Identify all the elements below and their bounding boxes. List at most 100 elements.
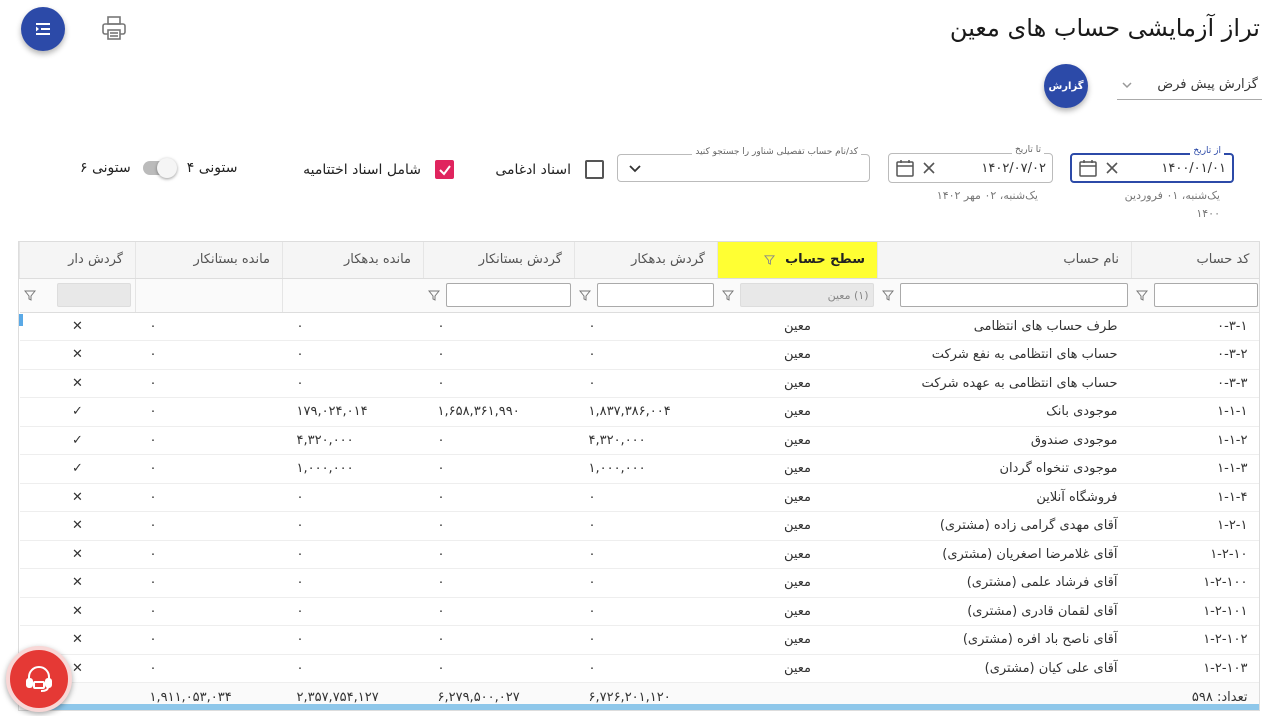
closing-docs-checkbox[interactable] xyxy=(435,160,454,179)
cell-debit-turnover: ۱,۰۰۰,۰۰۰ xyxy=(574,454,718,484)
filter-account-code-input[interactable] xyxy=(1153,283,1258,307)
from-date-value: ۱۴۰۰/۰۱/۰۱ xyxy=(1161,160,1226,176)
cell-has-turnover: ✕ xyxy=(19,568,136,598)
support-button[interactable] xyxy=(6,646,72,712)
table-row[interactable]: ۱-۱-۱ موجودی بانک معین ۱,۸۳۷,۳۸۶,۰۰۴ ۱,۶۵۸,۳… xyxy=(19,397,1259,427)
cell-credit-balance: ۰ xyxy=(135,597,283,626)
cell-credit-balance: ۰ xyxy=(135,654,283,683)
column-mode-switch[interactable] xyxy=(142,158,177,178)
cell-credit-turnover: ۰ xyxy=(423,511,575,541)
filter-account-level-input[interactable] xyxy=(739,283,874,307)
cell-account-level: معین xyxy=(717,369,878,398)
clear-icon[interactable] xyxy=(1104,160,1120,176)
filter-icon[interactable] xyxy=(1135,289,1148,301)
table-row[interactable]: ۱-۱-۲ موجودی صندوق معین ۴,۳۲۰,۰۰۰ ۰ ۴,۳۲۰,۰۰۰… xyxy=(19,426,1259,455)
four-column-label: ۴ ستونی xyxy=(186,160,238,176)
table-row[interactable]: ۰-۳-۲ حساب های انتظامی به نفع شرکت معین ۰ ۰ ۰… xyxy=(19,340,1259,370)
table-row[interactable]: ۱-۲-۱۰۲ آقای ناصح باد افره (مشتری) معین ۰ ۰ ۰… xyxy=(19,625,1259,655)
from-date-label: از تاریخ xyxy=(1190,146,1224,156)
filter-icon[interactable] xyxy=(881,289,894,301)
clear-icon[interactable] xyxy=(921,160,937,176)
table-row[interactable]: ۰-۳-۱ طرف حساب های انتظامی معین ۰ ۰ ۰ ۰ ✕ xyxy=(19,312,1259,341)
cell-debit-balance: ۱۷۹,۰۲۴,۰۱۴ xyxy=(282,397,424,427)
col-header-account-name[interactable]: نام حساب xyxy=(877,242,1132,279)
filter-account-name-input[interactable] xyxy=(899,283,1128,307)
cell-debit-balance: ۰ xyxy=(282,540,424,569)
cell-debit-turnover: ۰ xyxy=(574,625,718,655)
account-search-label: کد/نام حساب تفصیلی شناور را جستجو کنید xyxy=(692,147,861,157)
filter-credit-turnover-input[interactable] xyxy=(445,283,571,307)
cell-account-level: معین xyxy=(717,568,878,598)
cell-account-code: ۱-۱-۱ xyxy=(1131,397,1259,427)
cell-account-name: آقای غلامرضا اصغریان (مشتری) xyxy=(877,540,1132,569)
filter-icon[interactable] xyxy=(578,289,591,301)
page-title: تراز آزمایشی حساب های معین xyxy=(949,14,1260,42)
table-row[interactable]: ۱-۱-۳ موجودی تنخواه گردان معین ۱,۰۰۰,۰۰۰ ۰ ۱,… xyxy=(19,454,1259,484)
cell-account-name: آقای لقمان قادری (مشتری) xyxy=(877,597,1132,626)
print-button[interactable] xyxy=(98,12,130,44)
report-button[interactable]: گزارش xyxy=(1044,64,1088,108)
vertical-scrollbar[interactable] xyxy=(19,314,23,326)
cell-credit-turnover: ۰ xyxy=(423,369,575,398)
cell-credit-turnover: ۰ xyxy=(423,597,575,626)
menu-list-icon xyxy=(36,23,50,35)
cell-debit-turnover: ۰ xyxy=(574,568,718,598)
col-header-has-turnover[interactable]: گردش دار xyxy=(19,242,136,279)
cell-account-level: معین xyxy=(717,511,878,541)
table-row[interactable]: ۱-۲-۱۰۰ آقای فرشاد علمی (مشتری) معین ۰ ۰ ۰ ۰ ✕ xyxy=(19,568,1259,598)
menu-button[interactable] xyxy=(21,7,65,51)
column-mode-toggle[interactable]: ۶ ستونی ۴ ستونی xyxy=(80,158,238,178)
cell-credit-turnover: ۰ xyxy=(423,340,575,370)
merged-docs-option[interactable]: اسناد ادغامی xyxy=(495,160,604,179)
closing-docs-option[interactable]: شامل اسناد اختتامیه xyxy=(303,160,454,179)
cell-account-level: معین xyxy=(717,312,878,341)
cell-account-level: معین xyxy=(717,454,878,484)
table-row[interactable]: ۱-۲-۱۰ آقای غلامرضا اصغریان (مشتری) معین ۰ ۰… xyxy=(19,540,1259,569)
col-header-credit-balance[interactable]: مانده بستانکار xyxy=(135,242,283,279)
col-header-debit-turnover[interactable]: گردش بدهکار xyxy=(574,242,718,279)
cell-account-code: ۱-۲-۱۰ xyxy=(1131,540,1259,569)
cell-debit-balance: ۰ xyxy=(282,597,424,626)
cell-account-name: موجودی صندوق xyxy=(877,426,1132,455)
cell-account-level: معین xyxy=(717,340,878,370)
cell-debit-balance: ۰ xyxy=(282,340,424,370)
table-row[interactable]: ۱-۱-۴ فروشگاه آنلاین معین ۰ ۰ ۰ ۰ ✕ xyxy=(19,483,1259,512)
account-search-select[interactable]: کد/نام حساب تفصیلی شناور را جستجو کنید xyxy=(617,147,870,182)
cell-account-code: ۱-۲-۱۰۳ xyxy=(1131,654,1259,683)
table-row[interactable]: ۰-۳-۳ حساب های انتظامی به عهده شرکت معین ۰ ۰… xyxy=(19,369,1259,398)
filter-icon[interactable] xyxy=(23,289,36,301)
cell-has-turnover: ✕ xyxy=(19,483,136,512)
merged-docs-checkbox[interactable] xyxy=(585,160,604,179)
cell-has-turnover: ✕ xyxy=(19,369,136,398)
table-body: ۰-۳-۱ طرف حساب های انتظامی معین ۰ ۰ ۰ ۰ ✕ ۰-۳-۲ ح… xyxy=(19,312,1259,683)
cell-debit-turnover: ۰ xyxy=(574,597,718,626)
cell-credit-turnover: ۰ xyxy=(423,568,575,598)
col-header-account-code[interactable]: کد حساب xyxy=(1131,242,1259,279)
col-header-account-level[interactable]: سطح حساب xyxy=(717,242,878,279)
cell-account-name: موجودی بانک xyxy=(877,397,1132,427)
table-row[interactable]: ۱-۲-۱ آقای مهدی گرامی زاده (مشتری) معین ۰ ۰ ۰… xyxy=(19,511,1259,541)
calendar-icon[interactable] xyxy=(1078,158,1098,178)
to-date-field[interactable]: تا تاریخ ۱۴۰۲/۰۷/۰۲ xyxy=(888,145,1053,183)
cell-has-turnover: ✓ xyxy=(19,397,136,427)
cell-account-code: ۱-۱-۴ xyxy=(1131,483,1259,512)
report-select[interactable]: گزارش پیش فرض xyxy=(1117,70,1262,100)
table-row[interactable]: ۱-۲-۱۰۳ آقای علی کیان (مشتری) معین ۰ ۰ ۰ ۰ ✕ xyxy=(19,654,1259,683)
col-header-debit-balance[interactable]: مانده بدهکار xyxy=(282,242,424,279)
to-date-label: تا تاریخ xyxy=(1011,145,1044,155)
horizontal-scrollbar[interactable] xyxy=(45,704,1259,710)
cell-account-level: معین xyxy=(717,483,878,512)
cell-credit-balance: ۰ xyxy=(135,340,283,370)
filter-debit-turnover-input[interactable] xyxy=(596,283,714,307)
filter-icon[interactable] xyxy=(721,289,734,301)
filter-has-turnover-input[interactable] xyxy=(57,283,131,307)
table-row[interactable]: ۱-۲-۱۰۱ آقای لقمان قادری (مشتری) معین ۰ ۰ ۰ ۰ ✕ xyxy=(19,597,1259,626)
cell-debit-balance: ۰ xyxy=(282,654,424,683)
cell-debit-balance: ۰ xyxy=(282,568,424,598)
col-header-credit-turnover[interactable]: گردش بستانکار xyxy=(423,242,575,279)
cell-account-code: ۰-۳-۳ xyxy=(1131,369,1259,398)
from-date-field[interactable]: از تاریخ ۱۴۰۰/۰۱/۰۱ xyxy=(1070,146,1234,183)
cell-credit-balance: ۰ xyxy=(135,540,283,569)
filter-icon[interactable] xyxy=(427,289,440,301)
calendar-icon[interactable] xyxy=(895,158,915,178)
